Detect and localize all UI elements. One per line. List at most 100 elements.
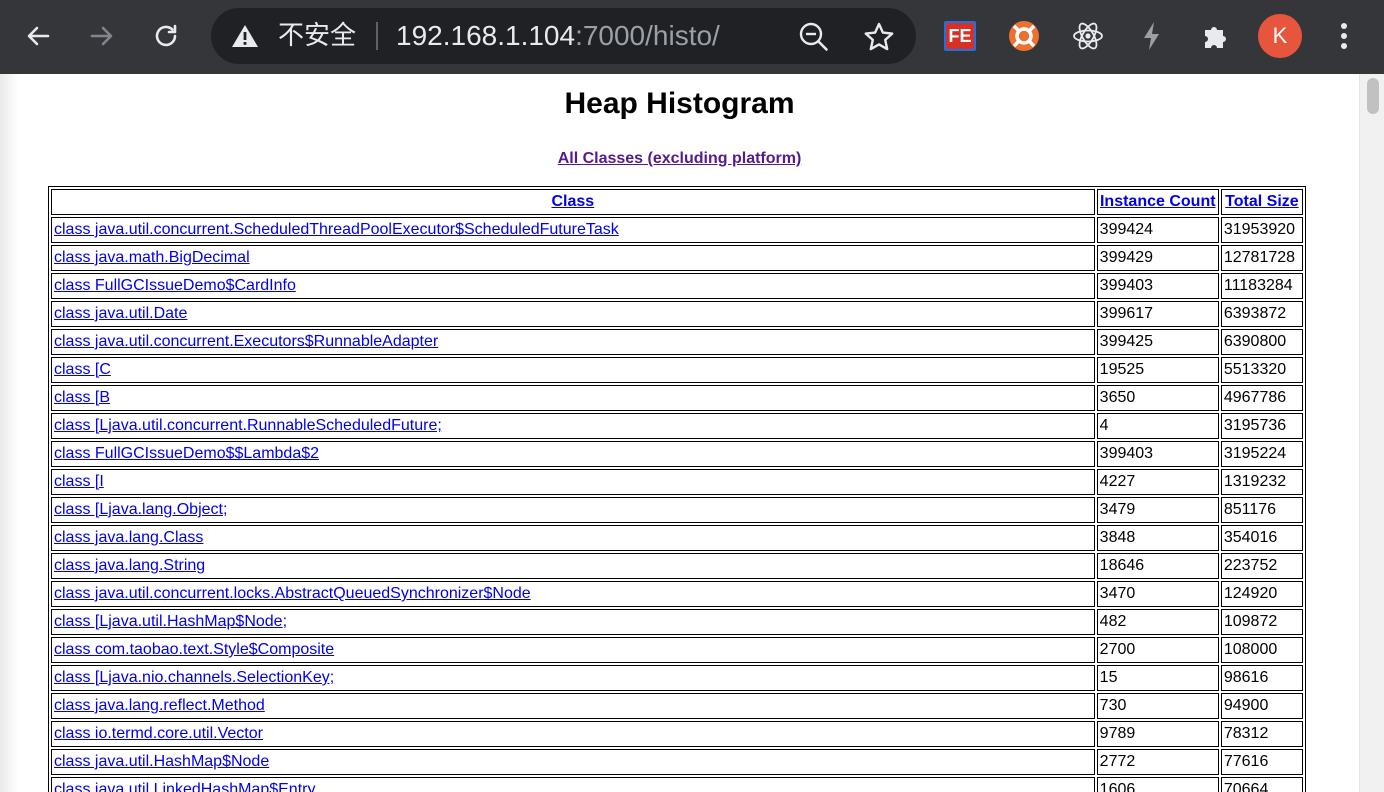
- class-link[interactable]: class java.util.concurrent.locks.Abstrac…: [54, 585, 531, 602]
- class-link[interactable]: class java.lang.reflect.Method: [54, 697, 265, 714]
- class-cell: class java.math.BigDecimal: [51, 245, 1095, 271]
- address-host: 192.168.1.104: [396, 20, 576, 51]
- reload-icon: [155, 24, 177, 47]
- class-link[interactable]: class [Ljava.util.HashMap$Node;: [54, 613, 287, 630]
- zoom-out-icon[interactable]: [797, 20, 831, 54]
- table-row: class java.util.concurrent.Executors$Run…: [51, 329, 1303, 355]
- class-link[interactable]: class FullGCIssueDemo$$Lambda$2: [54, 445, 319, 462]
- total-size-cell: 98616: [1220, 665, 1303, 691]
- profile-avatar[interactable]: K: [1258, 14, 1302, 58]
- back-button[interactable]: [16, 14, 60, 58]
- class-link[interactable]: class io.termd.core.util.Vector: [54, 725, 263, 742]
- class-link[interactable]: class java.lang.Class: [54, 529, 203, 546]
- sort-by-instance-count-link[interactable]: Instance Count: [1100, 193, 1216, 210]
- table-row: class java.util.HashMap$Node 2772 77616: [51, 749, 1303, 775]
- class-cell: class java.util.LinkedHashMap$Entry: [51, 777, 1095, 792]
- browser-toolbar: 不安全 192.168.1.104:7000/histo/ FE K: [0, 0, 1384, 74]
- class-link[interactable]: class java.util.concurrent.ScheduledThre…: [54, 221, 619, 238]
- class-link[interactable]: class [Ljava.nio.channels.SelectionKey;: [54, 669, 334, 686]
- not-secure-label[interactable]: 不安全: [278, 20, 356, 52]
- page-scrollbar[interactable]: [1359, 74, 1384, 792]
- react-devtools-button[interactable]: [1070, 18, 1106, 54]
- class-link[interactable]: class com.taobao.text.Style$Composite: [54, 641, 334, 658]
- address-bar[interactable]: 不安全 192.168.1.104:7000/histo/: [211, 8, 916, 64]
- lifebuoy-extension-button[interactable]: [1006, 18, 1042, 54]
- class-link[interactable]: class [B: [54, 389, 110, 406]
- class-link[interactable]: class java.util.LinkedHashMap$Entry: [54, 781, 315, 792]
- table-row: class java.util.concurrent.locks.Abstrac…: [51, 581, 1303, 607]
- class-link[interactable]: class java.lang.String: [54, 557, 205, 574]
- table-row: class [Ljava.util.concurrent.RunnableSch…: [51, 413, 1303, 439]
- class-cell: class java.lang.Class: [51, 525, 1095, 551]
- class-cell: class java.util.concurrent.ScheduledThre…: [51, 217, 1095, 243]
- instance-count-cell: 4227: [1096, 469, 1219, 495]
- forward-button[interactable]: [80, 14, 124, 58]
- header-instance-count: Instance Count: [1096, 189, 1219, 215]
- class-cell: class io.termd.core.util.Vector: [51, 721, 1095, 747]
- class-link[interactable]: class [Ljava.util.concurrent.RunnableSch…: [54, 417, 442, 434]
- table-row: class java.util.concurrent.ScheduledThre…: [51, 217, 1303, 243]
- class-cell: class [Ljava.util.concurrent.RunnableSch…: [51, 413, 1095, 439]
- more-vertical-icon: [1341, 23, 1347, 49]
- class-link[interactable]: class [Ljava.lang.Object;: [54, 501, 227, 518]
- extensions-menu-button[interactable]: [1198, 18, 1234, 54]
- instance-count-cell: 4: [1096, 413, 1219, 439]
- all-classes-link[interactable]: All Classes (excluding platform): [558, 150, 802, 167]
- class-link[interactable]: class FullGCIssueDemo$CardInfo: [54, 277, 296, 294]
- total-size-cell: 77616: [1220, 749, 1303, 775]
- total-size-cell: 94900: [1220, 693, 1303, 719]
- total-size-cell: 31953920: [1220, 217, 1303, 243]
- instance-count-cell: 1606: [1096, 777, 1219, 792]
- instance-count-cell: 19525: [1096, 357, 1219, 383]
- total-size-cell: 70664: [1220, 777, 1303, 792]
- table-row: class java.lang.reflect.Method 730 94900: [51, 693, 1303, 719]
- instance-count-cell: 482: [1096, 609, 1219, 635]
- bookmark-star-icon[interactable]: [861, 19, 897, 55]
- total-size-cell: 1319232: [1220, 469, 1303, 495]
- fe-extension-label: FE: [946, 23, 974, 49]
- class-cell: class com.taobao.text.Style$Composite: [51, 637, 1095, 663]
- warning-icon[interactable]: [231, 23, 259, 49]
- table-row: class java.lang.String 18646 223752: [51, 553, 1303, 579]
- class-link[interactable]: class [C: [54, 361, 111, 378]
- sort-by-total-size-link[interactable]: Total Size: [1225, 193, 1299, 210]
- scrollbar-thumb[interactable]: [1367, 78, 1379, 114]
- arrow-left-icon: [27, 26, 50, 46]
- instance-count-cell: 399429: [1096, 245, 1219, 271]
- instance-count-cell: 399403: [1096, 441, 1219, 467]
- instance-count-cell: 399424: [1096, 217, 1219, 243]
- table-row: class FullGCIssueDemo$CardInfo 399403 1118…: [51, 273, 1303, 299]
- class-link[interactable]: class java.util.HashMap$Node: [54, 753, 269, 770]
- class-link[interactable]: class java.util.Date: [54, 305, 187, 322]
- class-link[interactable]: class java.math.BigDecimal: [54, 249, 250, 266]
- address-url[interactable]: 192.168.1.104:7000/histo/: [396, 19, 720, 53]
- class-cell: class [Ljava.lang.Object;: [51, 497, 1095, 523]
- puzzle-piece-icon: [1205, 27, 1226, 48]
- fe-extension-icon: FE: [944, 21, 976, 51]
- total-size-cell: 4967786: [1220, 385, 1303, 411]
- instance-count-cell: 730: [1096, 693, 1219, 719]
- sort-by-class-link[interactable]: Class: [551, 193, 594, 210]
- class-link[interactable]: class java.util.concurrent.Executors$Run…: [54, 333, 438, 350]
- header-class: Class: [51, 189, 1095, 215]
- total-size-cell: 6393872: [1220, 301, 1303, 327]
- class-link[interactable]: class [I: [54, 473, 104, 490]
- lightning-extension-button[interactable]: [1134, 18, 1170, 54]
- class-cell: class java.lang.String: [51, 553, 1095, 579]
- instance-count-cell: 9789: [1096, 721, 1219, 747]
- table-row: class [Ljava.lang.Object; 3479 851176: [51, 497, 1303, 523]
- all-classes-link-wrapper: All Classes (excluding platform): [0, 150, 1359, 168]
- instance-count-cell: 3470: [1096, 581, 1219, 607]
- instance-count-cell: 2700: [1096, 637, 1219, 663]
- browser-menu-button[interactable]: [1326, 18, 1362, 54]
- class-cell: class [B: [51, 385, 1095, 411]
- reload-button[interactable]: [144, 14, 188, 58]
- page-viewport: Heap Histogram All Classes (excluding pl…: [0, 74, 1359, 792]
- total-size-cell: 124920: [1220, 581, 1303, 607]
- fe-extension-button[interactable]: FE: [942, 18, 978, 54]
- instance-count-cell: 3479: [1096, 497, 1219, 523]
- class-cell: class java.util.Date: [51, 301, 1095, 327]
- class-cell: class [Ljava.util.HashMap$Node;: [51, 609, 1095, 635]
- class-cell: class java.lang.reflect.Method: [51, 693, 1095, 719]
- total-size-cell: 851176: [1220, 497, 1303, 523]
